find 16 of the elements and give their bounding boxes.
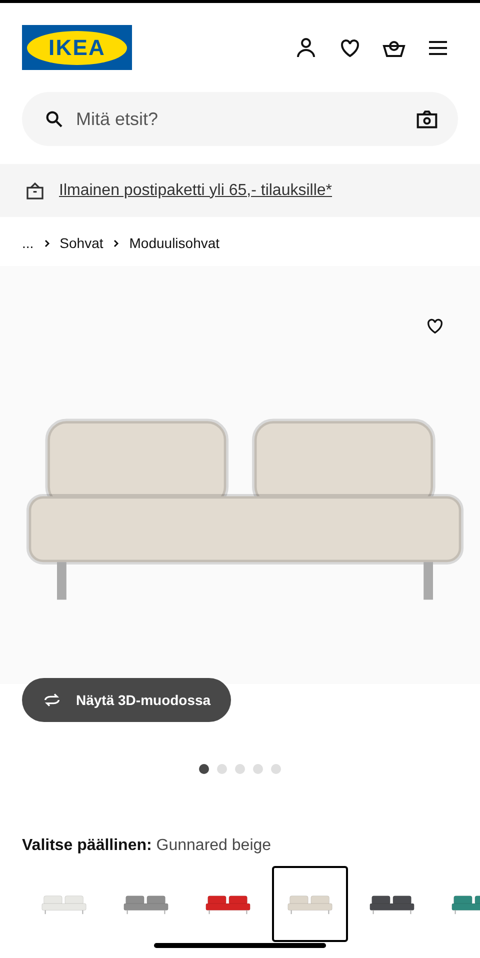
heart-icon[interactable] xyxy=(425,316,445,336)
view-3d-button[interactable]: Näytä 3D-muodossa xyxy=(22,678,231,722)
logo[interactable]: IKEA xyxy=(22,25,132,70)
parcel-icon xyxy=(25,180,45,200)
cover-swatch[interactable] xyxy=(272,866,348,942)
search-field[interactable]: Mitä etsit? xyxy=(22,92,458,146)
chevron-icon xyxy=(44,239,50,248)
cover-label: Valitse päällinen: Gunnared beige xyxy=(21,836,272,856)
user-icon[interactable] xyxy=(294,36,318,60)
camera-icon[interactable] xyxy=(416,108,438,130)
search-icon xyxy=(44,109,64,129)
breadcrumb-link[interactable]: ... xyxy=(22,233,34,254)
breadcrumb-link[interactable]: Moduulisohvat xyxy=(129,233,220,254)
chevron-icon xyxy=(113,239,120,248)
breadcrumb-link[interactable]: Sohvat xyxy=(60,233,104,254)
promo-link[interactable]: Ilmainen postipaketti yli 65,- tilauksille* xyxy=(59,178,332,202)
